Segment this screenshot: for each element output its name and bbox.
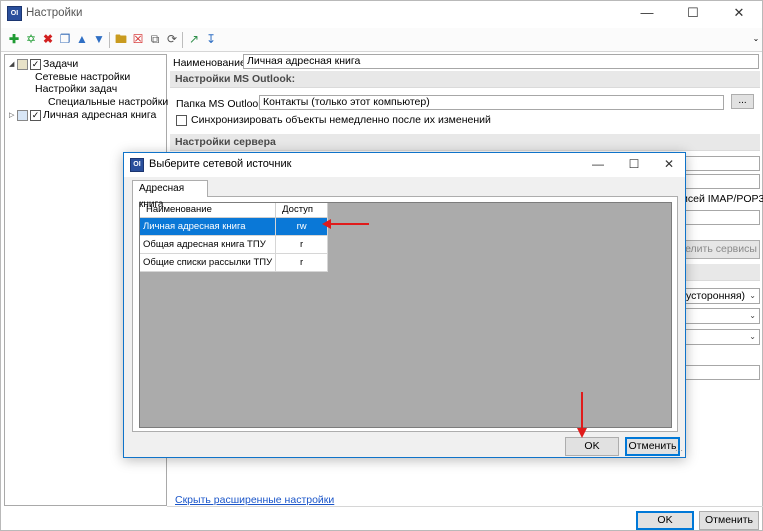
dialog-cancel-button[interactable]: Отменить (625, 437, 680, 456)
close-icon[interactable]: ✕ (716, 1, 762, 27)
add-child-icon[interactable]: ✡ (24, 32, 38, 46)
remove-icon[interactable]: ☒ (131, 32, 145, 46)
tree-item-label: Сетевые настройки (35, 71, 131, 83)
folder-icon[interactable]: 🖿 (114, 32, 128, 46)
annotation-arrow-left (322, 219, 369, 229)
toolbar-overflow-icon[interactable]: ⌄ (749, 32, 763, 46)
checkbox-tasks[interactable]: ✓ (30, 59, 41, 70)
footer-divider (167, 506, 763, 507)
annotation-arrow-down (577, 392, 587, 438)
server-field-4[interactable] (682, 365, 760, 380)
minimize-icon[interactable]: — (624, 1, 670, 27)
dialog-minimize-icon[interactable]: — (580, 153, 616, 176)
import-icon[interactable]: ↧ (204, 32, 218, 46)
ok-button[interactable]: OK (636, 511, 694, 530)
table-row[interactable]: Общая адресная книга ТПУ r (140, 235, 329, 254)
source-access-cell[interactable]: r (275, 253, 329, 272)
chevron-down-icon: ⌄ (749, 291, 756, 300)
server-field-3[interactable] (682, 210, 760, 225)
sync-checkbox[interactable] (176, 115, 187, 126)
tree-item-tasks[interactable]: ◢ ✓ Задачи (9, 58, 78, 71)
toolbar-separator (109, 32, 110, 48)
server-field-1[interactable] (682, 156, 760, 171)
dropdown-1-value: усторонняя) (686, 290, 746, 302)
tree-item-label: Личная адресная книга (43, 109, 157, 121)
tree-item-label: Настройки задач (35, 83, 118, 95)
define-services-button[interactable]: елить сервисы (682, 240, 760, 259)
dropdown-3[interactable]: ⌄ (682, 329, 760, 345)
name-label: Наименование: (173, 57, 249, 69)
expand-icon[interactable]: ▷ (9, 109, 17, 122)
copy-icon[interactable]: ❐ (58, 32, 72, 46)
tab-page: Наименование Доступ Личная адресная книг… (132, 196, 678, 432)
tree-item-personal-address-book[interactable]: ▷ ✓ Личная адресная книга (9, 109, 156, 122)
sync-row[interactable]: Синхронизировать объекты немедленно посл… (176, 114, 491, 126)
window-title: Настройки (26, 7, 83, 19)
hide-advanced-settings-link[interactable]: Скрыть расширенные настройки (175, 494, 334, 506)
tasks-icon (17, 59, 28, 70)
dialog-ok-button[interactable]: OK (565, 437, 619, 456)
source-name-cell[interactable]: Общая адресная книга ТПУ (140, 235, 277, 254)
tree-item-label: Специальные настройки (48, 96, 169, 108)
toolbar-separator (182, 32, 183, 48)
dialog-title: Выберите сетевой источник (149, 158, 292, 170)
dialog-app-icon: OI (130, 158, 144, 172)
sync-label: Синхронизировать объекты немедленно посл… (191, 114, 491, 126)
select-network-source-dialog: OI Выберите сетевой источник — ☐ ✕ Адрес… (123, 152, 686, 458)
table-row[interactable]: Личная адресная книга rw (140, 217, 329, 236)
dialog-title-bar: OI Выберите сетевой источник — ☐ ✕ (124, 153, 685, 177)
app-icon: OI (7, 6, 22, 21)
name-field[interactable]: Личная адресная книга (243, 54, 759, 69)
export-icon[interactable]: ↗ (187, 32, 201, 46)
maximize-icon[interactable]: ☐ (670, 1, 716, 27)
source-access-cell[interactable]: r (275, 235, 329, 254)
sources-table: Наименование Доступ Личная адресная книг… (140, 203, 329, 272)
source-access-cell[interactable]: rw (275, 217, 329, 236)
tree-item-label: Задачи (43, 58, 79, 70)
tab-address-book[interactable]: Адресная книга (132, 180, 208, 210)
address-book-icon (17, 110, 28, 121)
dropdown-2[interactable]: ⌄ (682, 308, 760, 324)
browse-button[interactable]: ... (731, 94, 754, 109)
dialog-close-icon[interactable]: ✕ (651, 153, 687, 176)
tree-item-task-settings[interactable]: Настройки задач (35, 83, 117, 96)
server-section-header: Настройки сервера (170, 134, 760, 151)
imap-label: исей IMAP/POP3 (682, 193, 763, 205)
sources-grid[interactable]: Наименование Доступ Личная адресная книг… (139, 202, 672, 428)
outlook-folder-field[interactable]: Контакты (только этот компьютер) (259, 95, 724, 110)
toolbar: ✚ ✡ ✖ ❐ ▲ ▼ 🖿 ☒ ⧉ ⟳ ↗ ↧ ⌄ (1, 28, 762, 52)
delete-icon[interactable]: ✖ (41, 32, 55, 46)
folder-label: Папка MS Outlook: (176, 98, 267, 110)
duplicate-icon[interactable]: ⧉ (148, 32, 162, 46)
tree-item-special-settings[interactable]: Специальные настройки (48, 96, 168, 109)
move-down-icon[interactable]: ▼ (92, 32, 106, 46)
chevron-down-icon: ⌄ (749, 332, 756, 341)
move-up-icon[interactable]: ▲ (75, 32, 89, 46)
dropdown-1[interactable]: усторонняя) ⌄ (682, 288, 760, 304)
server-field-2[interactable] (682, 174, 760, 189)
column-header-access[interactable]: Доступ (275, 203, 329, 218)
table-header-row: Наименование Доступ (140, 203, 329, 218)
refresh-icon[interactable]: ⟳ (165, 32, 179, 46)
checkbox-address-book[interactable]: ✓ (30, 110, 41, 121)
table-row[interactable]: Общие списки рассылки ТПУ r (140, 253, 329, 272)
chevron-down-icon: ⌄ (749, 311, 756, 320)
outlook-section-header: Настройки MS Outlook: (170, 71, 760, 88)
dialog-maximize-icon[interactable]: ☐ (616, 153, 652, 176)
section-header (682, 264, 760, 281)
cancel-button[interactable]: Отменить (699, 511, 759, 530)
source-name-cell[interactable]: Личная адресная книга (140, 217, 277, 236)
title-bar: OI Настройки — ☐ ✕ (1, 1, 762, 27)
source-name-cell[interactable]: Общие списки рассылки ТПУ (140, 253, 277, 272)
collapse-icon[interactable]: ◢ (9, 58, 17, 71)
add-icon[interactable]: ✚ (7, 32, 21, 46)
resize-grip-icon[interactable]: ⋯ (675, 446, 683, 455)
